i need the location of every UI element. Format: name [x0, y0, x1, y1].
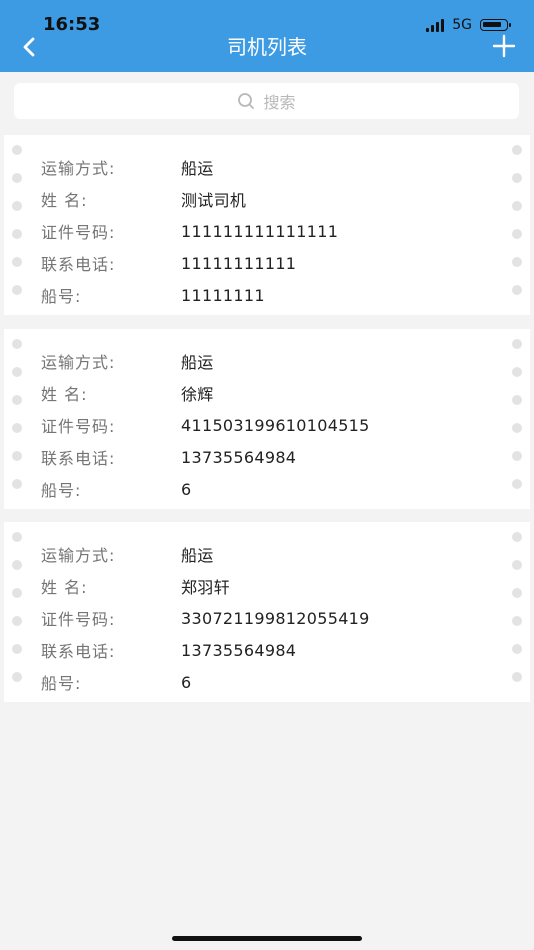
name-label: 姓 名: — [41, 191, 88, 210]
name-row: 姓 名: 郑羽轩 — [41, 574, 491, 598]
phone-label: 联系电话: — [41, 449, 116, 468]
card-dots-left — [12, 532, 22, 682]
transport-value: 船运 — [181, 353, 214, 372]
id-label: 证件号码: — [41, 610, 116, 629]
name-value: 郑羽轩 — [181, 578, 230, 597]
id-row: 证件号码: 411503199610104515 — [41, 413, 491, 437]
id-row: 证件号码: 330721199812055419 — [41, 606, 491, 630]
card-dots-left — [12, 145, 22, 295]
phone-label: 联系电话: — [41, 255, 116, 274]
transport-value: 船运 — [181, 159, 214, 178]
battery-icon — [480, 19, 511, 31]
ship-row: 船号: 6 — [41, 670, 491, 694]
transport-value: 船运 — [181, 546, 214, 565]
name-label: 姓 名: — [41, 578, 88, 597]
transport-row: 运输方式: 船运 — [41, 542, 491, 566]
plus-icon[interactable] — [492, 34, 516, 58]
transport-label: 运输方式: — [41, 353, 116, 372]
id-value: 411503199610104515 — [181, 415, 370, 435]
name-value: 徐辉 — [181, 385, 214, 404]
driver-card[interactable]: 运输方式: 船运 姓 名: 徐辉 证件号码: 41150319961010451… — [4, 329, 530, 509]
card-dots-right — [512, 532, 522, 682]
card-dots-left — [12, 339, 22, 489]
transport-row: 运输方式: 船运 — [41, 349, 491, 373]
ship-value: 6 — [181, 479, 192, 499]
id-label: 证件号码: — [41, 417, 116, 436]
ship-value: 11111111 — [181, 285, 265, 305]
ship-label: 船号: — [41, 674, 82, 693]
phone-row: 联系电话: 13735564984 — [41, 638, 491, 662]
phone-row: 联系电话: 11111111111 — [41, 251, 491, 275]
home-indicator — [172, 936, 362, 941]
driver-card[interactable]: 运输方式: 船运 姓 名: 测试司机 证件号码: 111111111111111… — [4, 135, 530, 315]
phone-row: 联系电话: 13735564984 — [41, 445, 491, 469]
transport-label: 运输方式: — [41, 159, 116, 178]
ship-label: 船号: — [41, 481, 82, 500]
search-icon — [237, 92, 255, 110]
name-value: 测试司机 — [181, 191, 247, 210]
id-label: 证件号码: — [41, 223, 116, 242]
header-bar: 16:53 5G 司机列表 — [0, 0, 534, 72]
transport-label: 运输方式: — [41, 546, 116, 565]
page-title: 司机列表 — [227, 35, 307, 59]
ship-row: 船号: 6 — [41, 477, 491, 501]
id-value: 330721199812055419 — [181, 608, 370, 628]
card-dots-right — [512, 339, 522, 489]
driver-card[interactable]: 运输方式: 船运 姓 名: 郑羽轩 证件号码: 3307211998120554… — [4, 522, 530, 702]
search-placeholder: 搜索 — [263, 93, 296, 112]
search-bar[interactable]: 搜索 — [14, 83, 519, 119]
id-row: 证件号码: 111111111111111 — [41, 219, 491, 243]
ship-value: 6 — [181, 672, 192, 692]
signal-icon — [426, 18, 445, 32]
phone-value: 13735564984 — [181, 447, 297, 467]
name-row: 姓 名: 徐辉 — [41, 381, 491, 405]
card-dots-right — [512, 145, 522, 295]
phone-value: 13735564984 — [181, 640, 297, 660]
name-label: 姓 名: — [41, 385, 88, 404]
ship-row: 船号: 11111111 — [41, 283, 491, 307]
name-row: 姓 名: 测试司机 — [41, 187, 491, 211]
phone-value: 11111111111 — [181, 253, 297, 273]
phone-label: 联系电话: — [41, 642, 116, 661]
ship-label: 船号: — [41, 287, 82, 306]
id-value: 111111111111111 — [181, 221, 339, 241]
transport-row: 运输方式: 船运 — [41, 155, 491, 179]
